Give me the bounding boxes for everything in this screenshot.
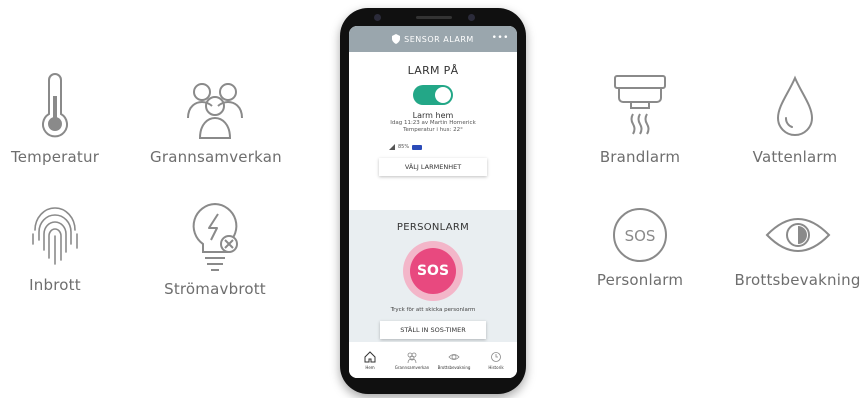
app-title: SENSOR ALARM — [404, 34, 474, 44]
battery-icon — [412, 144, 423, 150]
bulb-power-off-icon — [192, 202, 238, 271]
battery-status: 85% — [349, 144, 517, 150]
app-brand: SENSOR ALARM — [392, 34, 474, 44]
alarm-temperature: Temperatur i hus: 22° — [403, 127, 463, 133]
eye-nav-icon — [448, 353, 460, 360]
nav-label: Hem — [365, 364, 375, 370]
feature-label: Personlarm — [596, 271, 684, 289]
alarm-section: LARM PÅ Larm hem Idag 11:23 av Martin Ho… — [349, 52, 517, 176]
personal-alarm-section: PERSONLARM SOS Tryck för att skicka pers… — [349, 210, 517, 342]
feature-label: Grannsamverkan — [150, 148, 282, 166]
signal-icon — [389, 144, 395, 150]
nav-item-historik[interactable]: Historik — [476, 351, 516, 370]
home-icon — [364, 350, 376, 362]
feature-vattenlarm: Vattenlarm — [730, 72, 860, 166]
front-camera-icon — [374, 14, 381, 21]
app-screen: SENSOR ALARM ••• LARM PÅ Larm hem Idag 1… — [349, 26, 517, 378]
clock-icon — [491, 351, 501, 362]
alarm-toggle[interactable] — [413, 85, 453, 105]
feature-label: Strömavbrott — [164, 280, 266, 298]
feature-grannsamverkan: Grannsamverkan — [150, 72, 282, 166]
alarm-status: Larm hem — [412, 111, 454, 120]
people-group-icon — [187, 83, 243, 139]
shield-logo-icon — [392, 34, 401, 44]
feature-label: Inbrott — [29, 276, 81, 294]
more-menu-icon[interactable]: ••• — [492, 33, 509, 43]
earpiece-speaker — [416, 16, 452, 19]
personal-alarm-title: PERSONLARM — [396, 222, 470, 233]
feature-brottsbevakning: Brottsbevakning — [730, 205, 865, 289]
sos-button[interactable]: SOS — [403, 241, 463, 301]
app-header: SENSOR ALARM ••• — [349, 26, 517, 52]
svg-text:SOS: SOS — [625, 227, 656, 245]
eye-icon — [765, 218, 830, 252]
feature-label: Temperatur — [10, 148, 100, 166]
feature-stromavbrott: Strömavbrott — [150, 200, 280, 298]
phone-mockup: SENSOR ALARM ••• LARM PÅ Larm hem Idag 1… — [340, 8, 526, 394]
toggle-knob — [435, 87, 451, 103]
feature-label: Brandlarm — [599, 148, 681, 166]
thermometer-icon — [42, 73, 68, 138]
people-icon — [407, 352, 417, 363]
nav-label: Grannsamverkan — [394, 364, 430, 370]
select-alarm-unit-button[interactable]: VÄLJ LARMENHET — [379, 158, 487, 176]
feature-temperatur: Temperatur — [0, 72, 110, 166]
sos-hint: Tryck för att skicka personlarm — [390, 307, 476, 313]
battery-percent: 85% — [398, 144, 410, 150]
feature-label: Brottsbevakning — [734, 271, 861, 289]
nav-item-grannsamverkan[interactable]: Grannsamverkan — [392, 351, 432, 370]
feature-inbrott: Inbrott — [0, 200, 110, 294]
sos-button-label: SOS — [410, 248, 456, 294]
feature-label: Vattenlarm — [752, 148, 838, 166]
set-sos-timer-button[interactable]: STÄLL IN SOS-TIMER — [380, 321, 486, 339]
nav-label: Historik — [488, 364, 504, 370]
water-drop-icon — [776, 75, 814, 136]
feature-personlarm: SOS Personlarm — [580, 205, 700, 289]
alarm-detail: Idag 11:23 av Martin Hornerick — [390, 120, 476, 126]
sensor-icon — [468, 14, 475, 21]
smoke-detector-icon — [614, 75, 666, 135]
nav-item-hem[interactable]: Hem — [350, 350, 390, 370]
feature-brandlarm: Brandlarm — [580, 72, 700, 166]
fingerprint-icon — [32, 207, 78, 265]
bottom-nav: Hem Grannsamverkan Brottsbevakning Histo… — [349, 342, 517, 378]
sos-icon: SOS — [613, 208, 667, 262]
nav-label: Brottsbevakning — [437, 364, 471, 370]
alarm-title: LARM PÅ — [407, 64, 459, 77]
nav-item-brottsbevakning[interactable]: Brottsbevakning — [434, 351, 474, 370]
